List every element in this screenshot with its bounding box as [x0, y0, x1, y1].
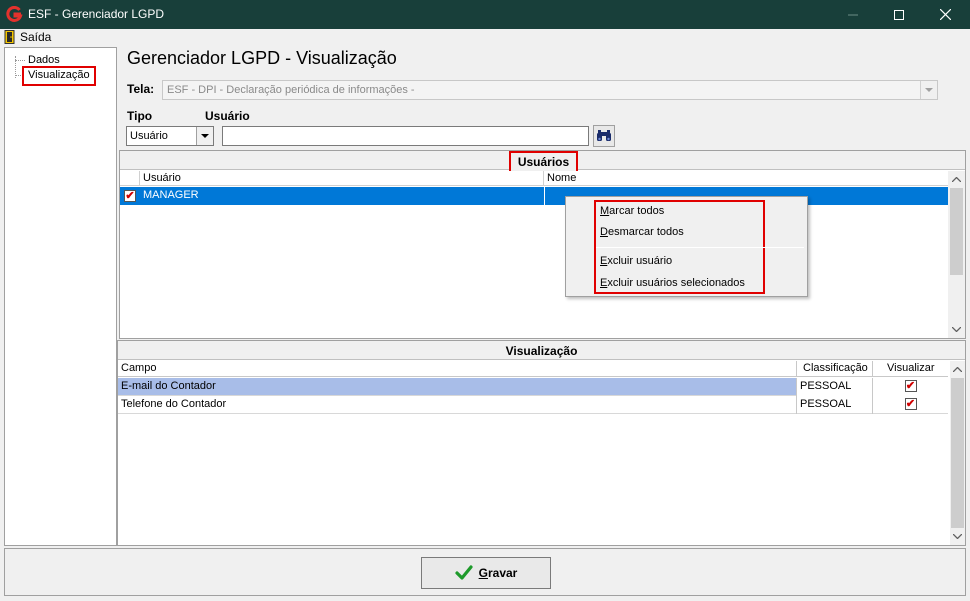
column-header-nome[interactable]: Nome	[544, 171, 948, 186]
minimize-button[interactable]	[830, 0, 876, 29]
scroll-thumb[interactable]	[950, 188, 963, 275]
cell-visualizar: ✔	[873, 378, 948, 396]
tela-value: ESF - DPI - Declaração periódica de info…	[167, 84, 415, 96]
tree-connector	[15, 60, 25, 61]
menu-item-marcar-todos[interactable]: Marcar todos	[600, 205, 664, 217]
page-title: Gerenciador LGPD - Visualização	[127, 48, 397, 68]
column-header-classificacao[interactable]: Classificação	[797, 361, 873, 377]
visualizar-checkbox[interactable]: ✔	[904, 398, 917, 410]
chevron-down-icon[interactable]	[920, 81, 937, 99]
tree-connector	[15, 75, 21, 76]
visualizacao-column-header: Campo Classificação Visualizar	[118, 361, 948, 377]
scroll-up-icon[interactable]	[950, 361, 965, 378]
users-scrollbar[interactable]	[948, 171, 965, 338]
maximize-button[interactable]	[876, 0, 922, 29]
menu-item-desmarcar-todos[interactable]: Desmarcar todos	[600, 226, 684, 238]
checkmark-icon	[455, 565, 473, 580]
scroll-down-icon[interactable]	[948, 321, 965, 338]
users-panel-title: Usuários	[509, 151, 578, 173]
tipo-value: Usuário	[130, 130, 168, 142]
table-row[interactable]: Telefone do Contador PESSOAL ✔	[118, 396, 948, 414]
scroll-thumb[interactable]	[951, 378, 964, 528]
users-column-header: Usuário Nome	[120, 171, 948, 186]
chevron-down-icon[interactable]	[196, 127, 213, 145]
maximize-icon	[894, 9, 904, 20]
column-header-check	[120, 171, 140, 186]
menu-saida-label: Saída	[20, 30, 52, 44]
gravar-button[interactable]: Gravar	[421, 557, 551, 589]
minimize-icon	[848, 14, 858, 15]
scroll-up-icon[interactable]	[948, 171, 965, 188]
gravar-label: Gravar	[478, 566, 518, 580]
close-button[interactable]	[922, 0, 968, 29]
visualizacao-panel-title: Visualização	[118, 341, 965, 360]
row-checkbox[interactable]: ✔	[124, 190, 136, 202]
scroll-down-icon[interactable]	[950, 528, 965, 545]
column-header-campo[interactable]: Campo	[118, 361, 797, 377]
menu-bar: Saída	[0, 29, 970, 46]
column-header-visualizar[interactable]: Visualizar	[873, 361, 948, 377]
search-button[interactable]	[593, 125, 615, 147]
usuario-input[interactable]	[222, 126, 589, 146]
visualizar-checkbox[interactable]: ✔	[904, 380, 917, 392]
footer: Gravar	[4, 548, 966, 596]
visualizacao-scrollbar[interactable]	[950, 361, 965, 545]
title-bar: ESF - Gerenciador LGPD	[0, 0, 970, 29]
tree-item-dados[interactable]: Dados	[28, 54, 60, 66]
exit-door-icon	[4, 30, 15, 44]
row-separator	[544, 187, 545, 205]
usuario-label: Usuário	[205, 109, 250, 123]
tela-label: Tela:	[127, 82, 155, 96]
row-usuario: MANAGER	[143, 189, 199, 201]
tipo-select[interactable]: Usuário	[126, 126, 214, 146]
cell-classificacao: PESSOAL	[797, 378, 873, 396]
cell-classificacao: PESSOAL	[797, 396, 873, 414]
table-row[interactable]: ✔ MANAGER	[120, 187, 948, 205]
menu-saida[interactable]: Saída	[4, 30, 51, 44]
cell-visualizar: ✔	[873, 396, 948, 414]
menu-item-excluir-selecionados[interactable]: Excluir usuários selecionados	[600, 277, 745, 289]
users-panel: Usuários Usuário Nome ✔ MANAGER	[119, 150, 966, 339]
app-logo-icon	[6, 5, 23, 23]
navigation-tree: Dados Visualização	[4, 47, 117, 546]
cell-campo: E-mail do Contador	[118, 378, 797, 396]
cell-campo: Telefone do Contador	[118, 396, 797, 414]
tela-combo[interactable]: ESF - DPI - Declaração periódica de info…	[162, 80, 938, 100]
menu-separator	[596, 247, 804, 248]
context-menu: Marcar todos Desmarcar todos Excluir usu…	[565, 196, 808, 297]
table-row[interactable]: E-mail do Contador PESSOAL ✔	[118, 378, 948, 396]
tree-item-visualizacao[interactable]: Visualização	[22, 66, 96, 86]
window-title: ESF - Gerenciador LGPD	[28, 7, 165, 21]
column-header-usuario[interactable]: Usuário	[140, 171, 544, 186]
binoculars-icon	[597, 130, 611, 141]
visualizacao-panel: Visualização Campo Classificação Visuali…	[117, 340, 966, 546]
close-icon	[939, 9, 951, 20]
tipo-label: Tipo	[127, 109, 153, 123]
menu-item-excluir-usuario[interactable]: Excluir usuário	[600, 255, 672, 267]
